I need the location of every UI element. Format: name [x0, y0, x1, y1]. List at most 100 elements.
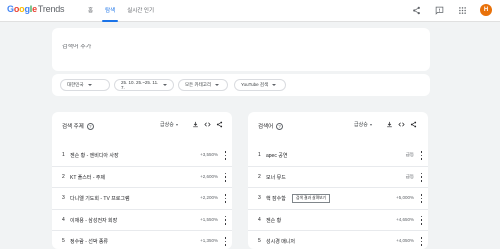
query-label[interactable]: apec 공연	[266, 152, 287, 159]
search-card	[52, 28, 430, 71]
query-label[interactable]: 젠슨 황	[266, 217, 281, 224]
related-topics-card: 검색 주제 ? 급상승 1 젠슨 황 - 엔비디아 사장 +3,550% 2 K…	[52, 112, 232, 249]
help-circle-icon[interactable]: ?	[276, 122, 284, 130]
list-item[interactable]: 3 다니엘 기도회 - TV 프로그램 +2,200%	[52, 188, 232, 210]
list-item[interactable]: 4 이재용 - 삼성전자 회장 +1,550%	[52, 210, 232, 231]
more-vert-icon[interactable]	[224, 172, 227, 182]
main-nav-tabs: 홈 탐색 실시간 인기	[82, 0, 160, 22]
logo-trends-text: Trends	[37, 4, 65, 14]
rank-number: 4	[258, 216, 261, 223]
more-vert-icon[interactable]	[224, 151, 227, 160]
sort-dropdown-label: 급상승	[160, 122, 174, 128]
logo-letter: e	[32, 4, 37, 14]
related-queries-card: 검색어 ? 급상승 1 apec 공연 급등 2 모너 뮤드 급등 3 핵 잠수…	[248, 112, 428, 249]
property-filter[interactable]: YouTube 검색	[234, 79, 286, 91]
tab-trending-now[interactable]: 실시간 인기	[121, 0, 160, 22]
rank-number: 2	[258, 173, 261, 180]
region-filter-label: 대한민국	[67, 82, 84, 87]
topic-label[interactable]: KT 플스터 - 주제	[70, 174, 105, 181]
rank-number: 2	[62, 173, 65, 180]
more-vert-icon[interactable]	[420, 151, 423, 160]
chevron-down-icon	[369, 123, 372, 126]
chevron-down-icon	[215, 84, 220, 86]
card-title: 검색 주제 ?	[62, 122, 94, 130]
top-app-bar: GoogleTrends 홈 탐색 실시간 인기 H	[0, 0, 500, 22]
more-vert-icon[interactable]	[420, 215, 423, 225]
card-header: 검색어 ? 급상승	[248, 112, 428, 138]
more-vert-icon[interactable]	[420, 172, 423, 182]
embed-code-icon[interactable]	[204, 121, 211, 128]
rise-value: +2,600%	[200, 173, 218, 179]
query-label[interactable]: 성시경 매니저	[266, 238, 295, 245]
more-vert-icon[interactable]	[224, 194, 227, 203]
chevron-down-icon	[87, 84, 92, 86]
help-circle-icon[interactable]: ?	[86, 122, 94, 130]
filter-bar: 대한민국 25. 10. 25.~25. 11. 7. 모든 카테고리 YouT…	[52, 74, 430, 96]
list-item[interactable]: 3 핵 잠수함 검색 결과 살펴보기 +5,000%	[248, 188, 428, 210]
queries-list: 1 apec 공연 급등 2 모너 뮤드 급등 3 핵 잠수함 검색 결과 살펴…	[248, 145, 428, 249]
rise-value: +5,000%	[396, 195, 414, 200]
search-input[interactable]	[62, 44, 362, 50]
property-filter-label: YouTube 검색	[241, 82, 269, 87]
rise-value: 급등	[405, 152, 414, 157]
region-filter[interactable]: 대한민국	[60, 79, 110, 91]
list-item[interactable]: 5 정수람 - 선박 종류 +1,350%	[52, 231, 232, 249]
topic-label[interactable]: 젠슨 황 - 엔비디아 사장	[70, 152, 119, 159]
query-label[interactable]: 모너 뮤드	[266, 174, 286, 181]
chevron-down-icon	[272, 84, 277, 86]
rise-value: +4,650%	[396, 216, 414, 222]
rank-number: 1	[62, 152, 65, 158]
rise-value: +1,350%	[200, 238, 218, 243]
sort-dropdown[interactable]: 급상승	[354, 121, 372, 128]
share-icon[interactable]	[411, 5, 422, 16]
query-label[interactable]: 핵 잠수함	[266, 195, 286, 202]
category-filter[interactable]: 모든 카테고리	[178, 79, 228, 91]
tab-explore[interactable]: 탐색	[99, 0, 121, 22]
rank-number: 5	[62, 238, 65, 244]
more-vert-icon[interactable]	[420, 194, 423, 203]
rank-number: 4	[62, 216, 65, 223]
embed-code-icon[interactable]	[398, 121, 405, 128]
more-vert-icon[interactable]	[224, 237, 227, 246]
rise-value: +2,200%	[200, 195, 218, 200]
tab-home[interactable]: 홈	[82, 0, 99, 22]
chevron-down-icon	[175, 123, 178, 126]
topic-label[interactable]: 다니엘 기도회 - TV 프로그램	[70, 195, 130, 202]
rise-value: +4,050%	[396, 238, 414, 243]
list-item[interactable]: 1 젠슨 황 - 엔비디아 사장 +3,550%	[52, 145, 232, 167]
card-title-text: 검색어	[258, 124, 274, 130]
list-item[interactable]: 2 모너 뮤드 급등	[248, 167, 428, 188]
card-title: 검색어 ?	[258, 122, 284, 130]
download-icon[interactable]	[386, 121, 393, 128]
category-filter-label: 모든 카테고리	[185, 82, 212, 87]
list-item[interactable]: 4 젠슨 황 +4,650%	[248, 210, 428, 231]
rank-number: 1	[258, 152, 261, 158]
list-item[interactable]: 5 성시경 매니저 +4,050%	[248, 231, 428, 249]
card-header: 검색 주제 ? 급상승	[52, 112, 232, 138]
rise-value: +1,550%	[200, 216, 218, 222]
search-results-tooltip: 검색 결과 살펴보기	[292, 194, 331, 203]
list-item[interactable]: 2 KT 플스터 - 주제 +2,600%	[52, 167, 232, 188]
topic-label[interactable]: 이재용 - 삼성전자 회장	[70, 217, 117, 224]
share-icon[interactable]	[216, 121, 223, 128]
rank-number: 5	[258, 238, 261, 244]
sort-dropdown[interactable]: 급상승	[160, 121, 178, 128]
rank-number: 3	[62, 195, 65, 201]
date-filter[interactable]: 25. 10. 25.~25. 11. 7.	[114, 79, 174, 91]
feedback-icon[interactable]	[434, 5, 445, 16]
apps-grid-icon[interactable]	[457, 5, 468, 16]
date-filter-label: 25. 10. 25.~25. 11. 7.	[121, 80, 159, 90]
topic-label[interactable]: 정수람 - 선박 종류	[70, 238, 108, 245]
rank-number: 3	[258, 195, 261, 201]
logo-letter: G	[7, 4, 14, 14]
rise-value: 급등	[405, 173, 414, 179]
more-vert-icon[interactable]	[224, 215, 227, 225]
google-trends-logo[interactable]: GoogleTrends	[7, 4, 65, 14]
avatar[interactable]: H	[480, 4, 492, 16]
card-title-text: 검색 주제	[62, 124, 84, 130]
share-icon[interactable]	[410, 121, 417, 128]
more-vert-icon[interactable]	[420, 237, 423, 246]
list-item[interactable]: 1 apec 공연 급등	[248, 145, 428, 167]
download-icon[interactable]	[192, 121, 199, 128]
topics-list: 1 젠슨 황 - 엔비디아 사장 +3,550% 2 KT 플스터 - 주제 +…	[52, 145, 232, 249]
